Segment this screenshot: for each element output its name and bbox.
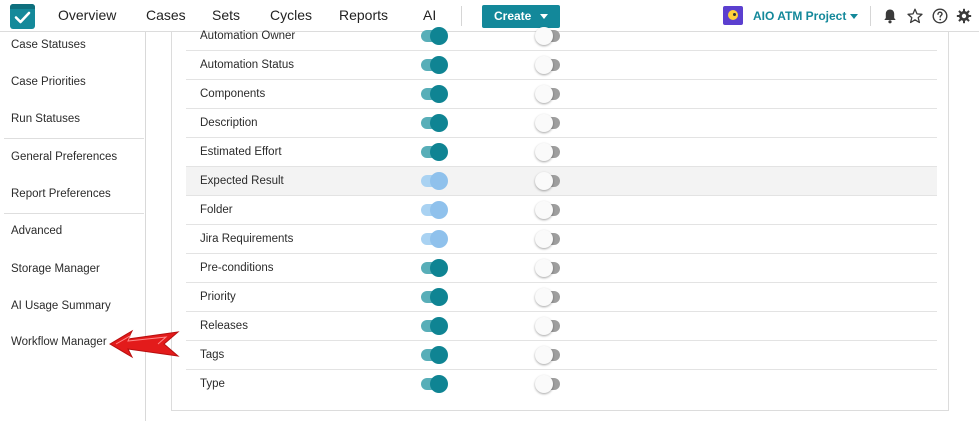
project-selector[interactable]: AIO ATM Project [753,9,846,23]
field-row: Pre-conditions [186,254,937,283]
create-button-label: Create [494,9,532,23]
field-row: Description [186,109,937,138]
sidebar-item-general-preferences[interactable]: General Preferences [11,151,117,163]
field-name: Description [200,117,258,129]
field-toggle-secondary[interactable] [535,172,560,190]
field-row: Tags [186,341,937,370]
field-row: Priority [186,283,937,312]
field-row: Jira Requirements [186,225,937,254]
sidebar-item-report-preferences[interactable]: Report Preferences [11,188,111,200]
field-toggle-secondary[interactable] [535,143,560,161]
field-row: Estimated Effort [186,138,937,167]
field-toggle-secondary[interactable] [535,114,560,132]
field-toggle-secondary[interactable] [535,85,560,103]
field-name: Folder [200,204,233,216]
field-toggle-secondary[interactable] [535,346,560,364]
sidebar-divider [4,138,144,139]
field-toggle-secondary[interactable] [535,27,560,45]
field-toggle-secondary[interactable] [535,317,560,335]
field-row: Components [186,80,937,109]
field-name: Expected Result [200,175,284,187]
field-name: Priority [200,291,236,303]
field-toggle-secondary[interactable] [535,259,560,277]
sidebar-item-advanced[interactable]: Advanced [11,225,62,237]
sidebar-item-case-statuses[interactable]: Case Statuses [11,39,86,51]
field-name: Jira Requirements [200,233,294,245]
field-toggle-secondary[interactable] [535,288,560,306]
app-logo[interactable] [10,4,35,29]
field-toggle-primary[interactable] [421,259,448,277]
field-name: Type [200,378,225,390]
nav-sets[interactable]: Sets [212,7,240,23]
field-row: Automation Status [186,51,937,80]
field-name: Tags [200,349,225,361]
sidebar-item-workflow-manager[interactable]: Workflow Manager [11,336,107,348]
field-toggle-secondary[interactable] [535,201,560,219]
field-row: Type [186,370,937,399]
field-toggle-primary-disabled [421,201,448,219]
field-name: Components [200,88,266,100]
nav-overview[interactable]: Overview [58,7,116,23]
nav-cycles[interactable]: Cycles [270,7,312,23]
field-row: Releases [186,312,937,341]
field-toggle-primary[interactable] [421,114,448,132]
sidebar-divider [4,213,144,214]
project-chevron-down-icon[interactable] [850,14,858,19]
field-toggle-secondary[interactable] [535,230,560,248]
nav-ai[interactable]: AI [423,7,436,23]
nav-reports[interactable]: Reports [339,7,388,23]
field-toggle-primary-disabled [421,230,448,248]
field-toggle-primary[interactable] [421,27,448,45]
field-toggle-primary-disabled [421,172,448,190]
field-toggle-primary[interactable] [421,143,448,161]
field-name: Automation Status [200,59,294,71]
nav-cases[interactable]: Cases [146,7,186,23]
field-name: Pre-conditions [200,262,274,274]
sidebar-item-ai-usage-summary[interactable]: AI Usage Summary [11,300,111,312]
settings-sidebar: Case Statuses Case Priorities Run Status… [0,32,146,421]
field-name: Estimated Effort [200,146,282,158]
field-toggle-secondary[interactable] [535,56,560,74]
field-toggle-primary[interactable] [421,288,448,306]
field-row: Expected Result [186,167,937,196]
gear-icon[interactable] [956,8,972,24]
sidebar-item-storage-manager[interactable]: Storage Manager [11,263,100,275]
field-row: Automation Owner [186,22,937,51]
chevron-down-icon [540,14,548,19]
field-toggle-primary[interactable] [421,317,448,335]
field-name: Automation Owner [200,30,296,42]
field-toggle-primary[interactable] [421,346,448,364]
field-toggle-primary[interactable] [421,56,448,74]
red-pointer-arrow-icon [109,329,180,359]
field-name: Releases [200,320,248,332]
sidebar-item-run-statuses[interactable]: Run Statuses [11,113,80,125]
field-toggle-primary[interactable] [421,85,448,103]
sidebar-item-case-priorities[interactable]: Case Priorities [11,76,86,88]
field-toggle-primary[interactable] [421,375,448,393]
field-row: Folder [186,196,937,225]
field-toggle-secondary[interactable] [535,375,560,393]
